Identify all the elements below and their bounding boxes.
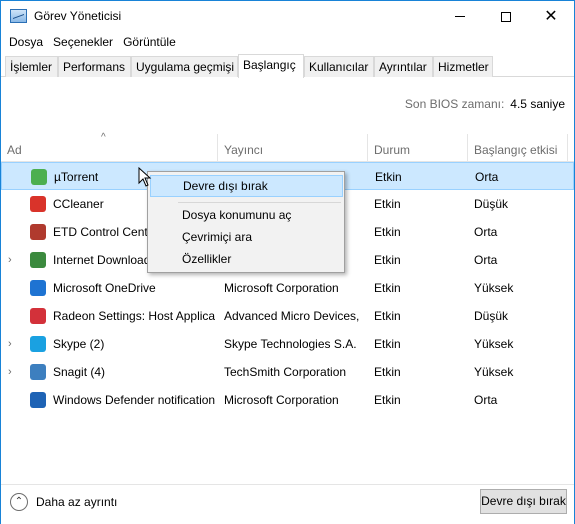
mouse-cursor-icon	[138, 167, 152, 187]
defender-icon	[30, 392, 46, 408]
snagit-icon	[30, 364, 46, 380]
row-impact: Orta	[474, 393, 498, 407]
table-row[interactable]: › Skype (2) Skype Technologies S.A. Etkin Yü…	[1, 330, 574, 358]
minimize-icon	[455, 16, 465, 17]
context-open-file-location[interactable]: Dosya konumunu aç	[150, 204, 343, 226]
maximize-icon	[501, 11, 511, 22]
row-impact: Orta	[474, 225, 498, 239]
tab-processes[interactable]: İşlemler	[5, 56, 58, 77]
tab-users[interactable]: Kullanıcılar	[304, 56, 374, 77]
row-name: Windows Defender notification icon	[53, 393, 215, 407]
bios-time-label: Son BIOS zamanı:	[404, 97, 505, 111]
title-bar: Görev Yöneticisi ✕	[1, 1, 574, 32]
row-impact: Düşük	[474, 197, 509, 211]
row-status: Etkin	[374, 309, 401, 323]
tab-details[interactable]: Ayrıntılar	[374, 56, 433, 77]
radeon-icon	[30, 308, 46, 324]
row-status: Etkin	[374, 225, 401, 239]
row-status: Etkin	[374, 365, 401, 379]
column-header-name[interactable]: Ad	[1, 134, 218, 162]
row-impact: Yüksek	[474, 365, 514, 379]
row-status: Etkin	[374, 393, 401, 407]
task-manager-icon	[10, 9, 27, 23]
expand-chevron-icon[interactable]: ›	[8, 358, 18, 386]
utorrent-icon	[31, 169, 47, 185]
tab-bar: İşlemler Performans Uygulama geçmişi Baş…	[1, 54, 574, 78]
context-search-online[interactable]: Çevrimiçi ara	[150, 226, 343, 248]
row-status: Etkin	[374, 197, 401, 211]
maximize-button[interactable]	[483, 1, 529, 32]
window-title: Görev Yöneticisi	[34, 9, 122, 23]
row-name: Radeon Settings: Host Application	[53, 309, 215, 323]
row-impact: Orta	[474, 253, 498, 267]
row-publisher: Microsoft Corporation	[224, 393, 339, 407]
table-row[interactable]: Microsoft OneDrive Microsoft Corporation E…	[1, 274, 574, 302]
column-header-publisher[interactable]: Yayıncı	[218, 134, 368, 162]
skype-icon	[30, 336, 46, 352]
disable-button[interactable]: Devre dışı bırak	[480, 489, 567, 514]
menu-file[interactable]: Dosya	[4, 35, 48, 49]
row-status: Etkin	[374, 253, 401, 267]
context-menu: Devre dışı bırak Dosya konumunu aç Çevri…	[147, 171, 345, 273]
row-status: Etkin	[374, 337, 401, 351]
close-icon: ✕	[544, 7, 558, 25]
idm-icon	[30, 252, 46, 268]
chevron-up-icon[interactable]: ⌃	[10, 493, 28, 511]
context-properties[interactable]: Özellikler	[150, 248, 343, 270]
row-impact: Düşük	[474, 309, 509, 323]
expand-chevron-icon[interactable]: ›	[8, 330, 18, 358]
tab-startup[interactable]: Başlangıç	[238, 54, 304, 78]
table-row[interactable]: Radeon Settings: Host Application Advance…	[1, 302, 574, 330]
menu-view[interactable]: Görüntüle	[118, 35, 181, 49]
context-separator	[178, 202, 341, 203]
row-publisher: Microsoft Corporation	[224, 281, 339, 295]
column-header-impact[interactable]: Başlangıç etkisi	[468, 134, 568, 162]
bios-time-value: 4.5 saniye	[510, 97, 565, 111]
bios-time: Son BIOS zamanı: 4.5 saniye	[405, 97, 565, 111]
footer: ⌃ Daha az ayrıntı Devre dışı bırak	[1, 484, 574, 524]
row-impact: Yüksek	[474, 281, 514, 295]
row-publisher: Advanced Micro Devices, Inc.	[224, 309, 362, 323]
row-publisher: TechSmith Corporation	[224, 365, 347, 379]
context-disable[interactable]: Devre dışı bırak	[150, 175, 343, 197]
row-impact: Orta	[475, 170, 499, 184]
row-name: Skype (2)	[53, 337, 105, 351]
expand-chevron-icon[interactable]: ›	[8, 246, 18, 274]
row-status: Etkin	[374, 281, 401, 295]
row-name: Snagit (4)	[53, 365, 106, 379]
table-row[interactable]: Windows Defender notification icon Micros…	[1, 386, 574, 414]
column-header-status[interactable]: Durum	[368, 134, 468, 162]
row-impact: Yüksek	[474, 337, 514, 351]
table-row[interactable]: › Snagit (4) TechSmith Corporation Etkin Yük…	[1, 358, 574, 386]
etd-icon	[30, 224, 46, 240]
tab-app-history[interactable]: Uygulama geçmişi	[131, 56, 238, 77]
task-manager-window: Görev Yöneticisi ✕ Dosya Seçenekler Görü…	[0, 0, 575, 524]
close-button[interactable]: ✕	[528, 1, 574, 32]
row-status: Etkin	[375, 170, 402, 184]
row-publisher: Skype Technologies S.A.	[224, 337, 357, 351]
menu-options[interactable]: Seçenekler	[48, 35, 118, 49]
less-details-link[interactable]: Daha az ayrıntı	[36, 495, 117, 509]
row-name: Microsoft OneDrive	[53, 281, 156, 295]
onedrive-icon	[30, 280, 46, 296]
ccleaner-icon	[30, 196, 46, 212]
minimize-button[interactable]	[437, 1, 483, 32]
tab-services[interactable]: Hizmetler	[433, 56, 493, 77]
table-header: Ad Yayıncı Durum Başlangıç etkisi	[1, 134, 574, 162]
tab-performance[interactable]: Performans	[58, 56, 131, 77]
menu-bar: Dosya Seçenekler Görüntüle	[1, 32, 574, 52]
